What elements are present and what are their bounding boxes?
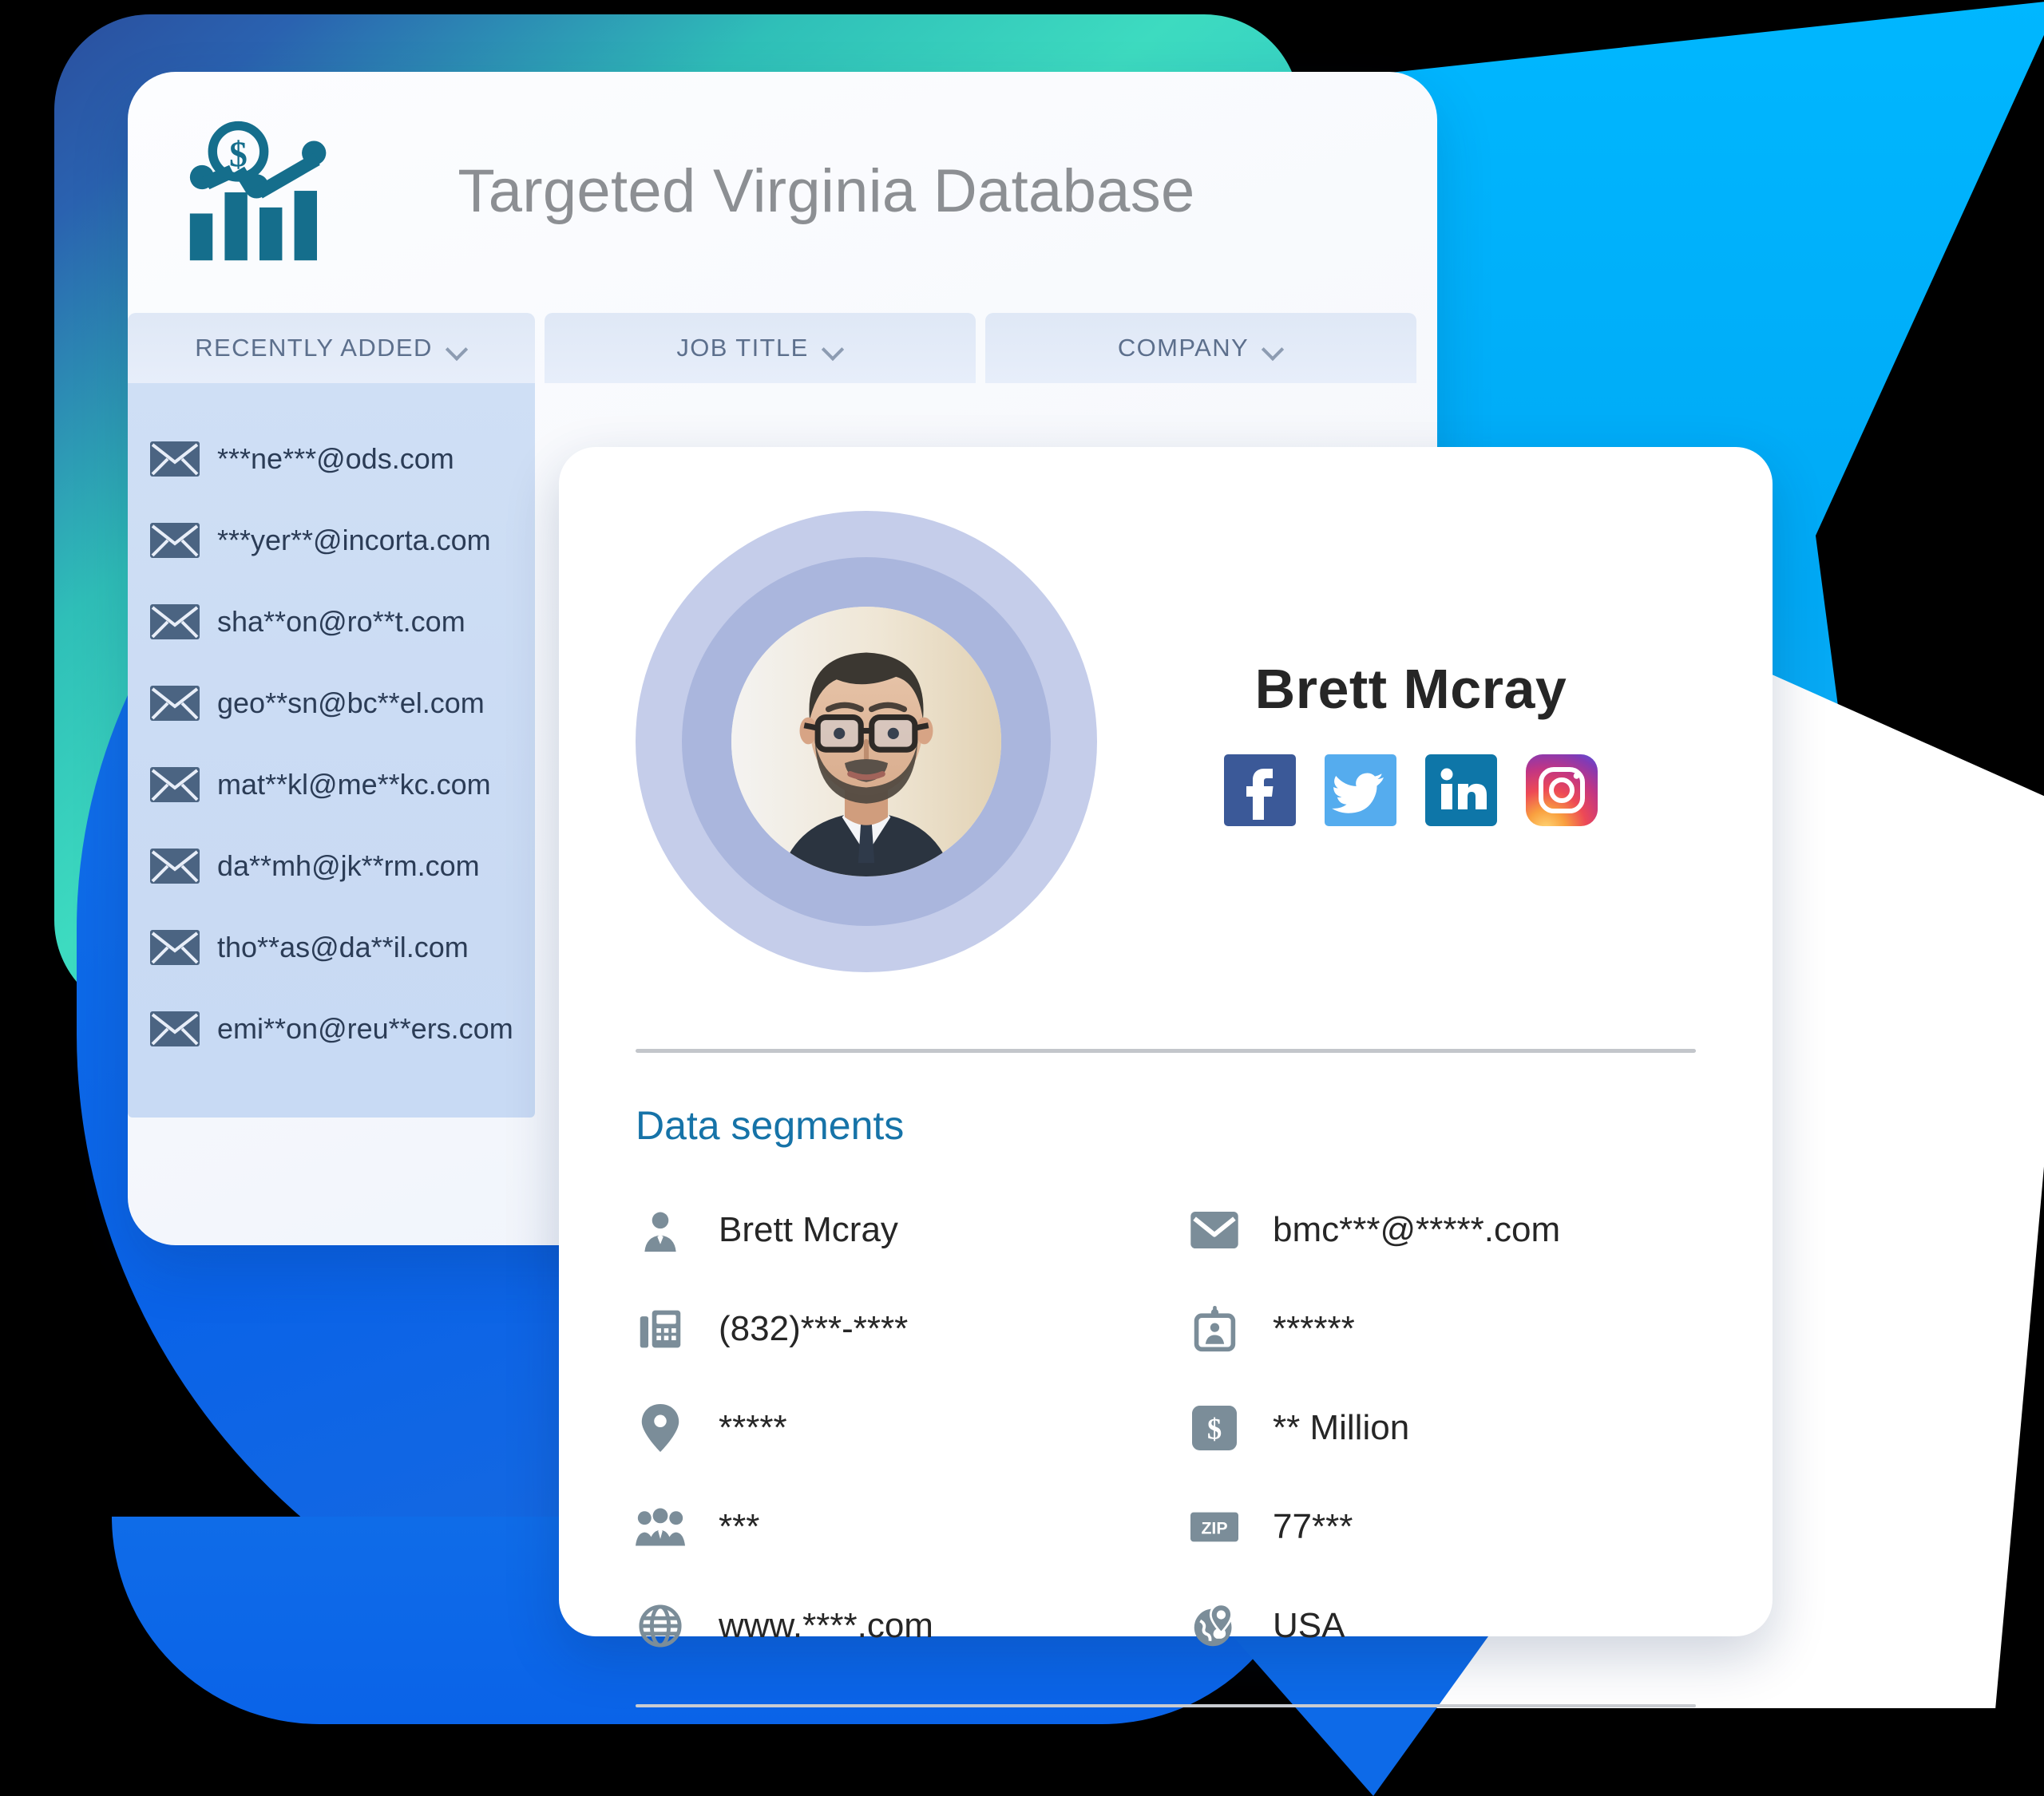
avatar-outer-ring — [636, 511, 1097, 972]
list-item[interactable]: mat**kl@me**kc.com — [128, 744, 535, 825]
section-divider — [636, 1049, 1696, 1053]
column-header-recently-added[interactable]: RECENTLY ADDED — [128, 313, 535, 383]
segment-title: ****** — [1190, 1280, 1696, 1379]
email-address: ***ne***@ods.com — [217, 442, 454, 475]
list-item[interactable]: tho**as@da**il.com — [128, 907, 535, 988]
email-icon — [1190, 1205, 1239, 1255]
list-item[interactable]: da**mh@jk**rm.com — [128, 825, 535, 907]
list-item[interactable]: ***ne***@ods.com — [128, 418, 535, 500]
id-badge-icon — [1190, 1304, 1239, 1354]
segment-value: (832)***-**** — [719, 1309, 909, 1348]
segment-zip: ZIP 77*** — [1190, 1478, 1696, 1576]
segment-revenue: $ ** Million — [1190, 1379, 1696, 1478]
segment-value: 77*** — [1273, 1507, 1353, 1546]
segment-value: Brett Mcray — [719, 1210, 898, 1249]
envelope-icon — [150, 849, 200, 884]
data-segments-grid: Brett Mcray bmc***@*****.com (832)***-**… — [636, 1181, 1696, 1675]
avatar-inner-ring — [682, 557, 1051, 926]
segment-value: ***** — [719, 1408, 787, 1447]
envelope-icon — [150, 930, 200, 965]
section-heading-data-segments: Data segments — [636, 1103, 905, 1148]
column-header-company[interactable]: COMPANY — [985, 313, 1416, 383]
svg-text:$: $ — [229, 134, 248, 175]
linkedin-icon[interactable] — [1425, 754, 1497, 826]
facebook-icon[interactable] — [1224, 754, 1296, 826]
envelope-icon — [150, 523, 200, 558]
location-pin-icon — [636, 1403, 685, 1453]
dollar-icon: $ — [1190, 1403, 1239, 1453]
segment-value: *** — [719, 1507, 760, 1546]
avatar — [731, 607, 1001, 876]
zip-icon: ZIP — [1190, 1502, 1239, 1552]
chevron-down-icon[interactable] — [1263, 342, 1284, 354]
people-group-icon — [636, 1502, 685, 1552]
bar-chart-dollar-icon: $ — [184, 120, 335, 263]
section-divider-bottom — [636, 1704, 1696, 1707]
segment-value: ****** — [1273, 1309, 1355, 1348]
twitter-icon[interactable] — [1325, 754, 1396, 826]
list-item[interactable]: emi**on@reu**ers.com — [128, 988, 535, 1070]
segment-value: bmc***@*****.com — [1273, 1210, 1561, 1249]
profile-header: Brett Mcray — [636, 493, 1696, 972]
segment-name: Brett Mcray — [636, 1181, 1142, 1280]
contact-name: Brett Mcray — [1254, 658, 1567, 720]
page-title: Targeted Virginia Database — [458, 157, 1195, 226]
fax-icon — [636, 1304, 685, 1354]
segment-employees: *** — [636, 1478, 1142, 1576]
segment-value: www.****.com — [719, 1606, 933, 1645]
person-icon — [636, 1205, 685, 1255]
email-address: mat**kl@me**kc.com — [217, 768, 491, 801]
envelope-icon — [150, 604, 200, 639]
email-address: da**mh@jk**rm.com — [217, 849, 480, 882]
email-address: sha**on@ro**t.com — [217, 605, 465, 638]
globe-icon — [636, 1601, 685, 1651]
list-item[interactable]: ***yer**@incorta.com — [128, 500, 535, 581]
list-item[interactable]: sha**on@ro**t.com — [128, 581, 535, 663]
email-address: emi**on@reu**ers.com — [217, 1012, 513, 1045]
globe-pin-icon — [1190, 1601, 1239, 1651]
column-label: JOB TITLE — [676, 334, 809, 362]
segment-value: USA — [1273, 1606, 1345, 1645]
chevron-down-icon[interactable] — [823, 342, 844, 354]
contact-profile-card: Brett Mcray Data segments Brett Mcray bm… — [559, 447, 1773, 1707]
profile-identity: Brett Mcray — [1174, 657, 1696, 826]
segment-location: ***** — [636, 1379, 1142, 1478]
email-address: ***yer**@incorta.com — [217, 524, 491, 556]
segment-value: ** Million — [1273, 1408, 1410, 1447]
segment-email: bmc***@*****.com — [1190, 1181, 1696, 1280]
svg-text:ZIP: ZIP — [1201, 1519, 1227, 1538]
envelope-icon — [150, 1011, 200, 1046]
envelope-icon — [150, 767, 200, 802]
envelope-icon — [150, 441, 200, 477]
chevron-down-icon[interactable] — [447, 342, 468, 354]
email-address: tho**as@da**il.com — [217, 931, 469, 963]
email-address: geo**sn@bc**el.com — [217, 686, 485, 719]
recently-added-email-list: ***ne***@ods.com ***yer**@incorta.com sh… — [128, 383, 535, 1118]
instagram-icon[interactable] — [1526, 754, 1598, 826]
svg-text:$: $ — [1207, 1413, 1222, 1446]
segment-country: USA — [1190, 1576, 1696, 1675]
column-header-job-title[interactable]: JOB TITLE — [545, 313, 976, 383]
social-links — [1224, 754, 1598, 826]
column-label: RECENTLY ADDED — [195, 334, 433, 362]
envelope-icon — [150, 686, 200, 721]
window-header: $ Targeted Virginia Database — [128, 72, 1437, 263]
segment-fax: (832)***-**** — [636, 1280, 1142, 1379]
segment-website: www.****.com — [636, 1576, 1142, 1675]
column-header-row: RECENTLY ADDED JOB TITLE COMPANY — [128, 313, 1437, 383]
column-label: COMPANY — [1117, 334, 1250, 362]
list-item[interactable]: geo**sn@bc**el.com — [128, 663, 535, 744]
